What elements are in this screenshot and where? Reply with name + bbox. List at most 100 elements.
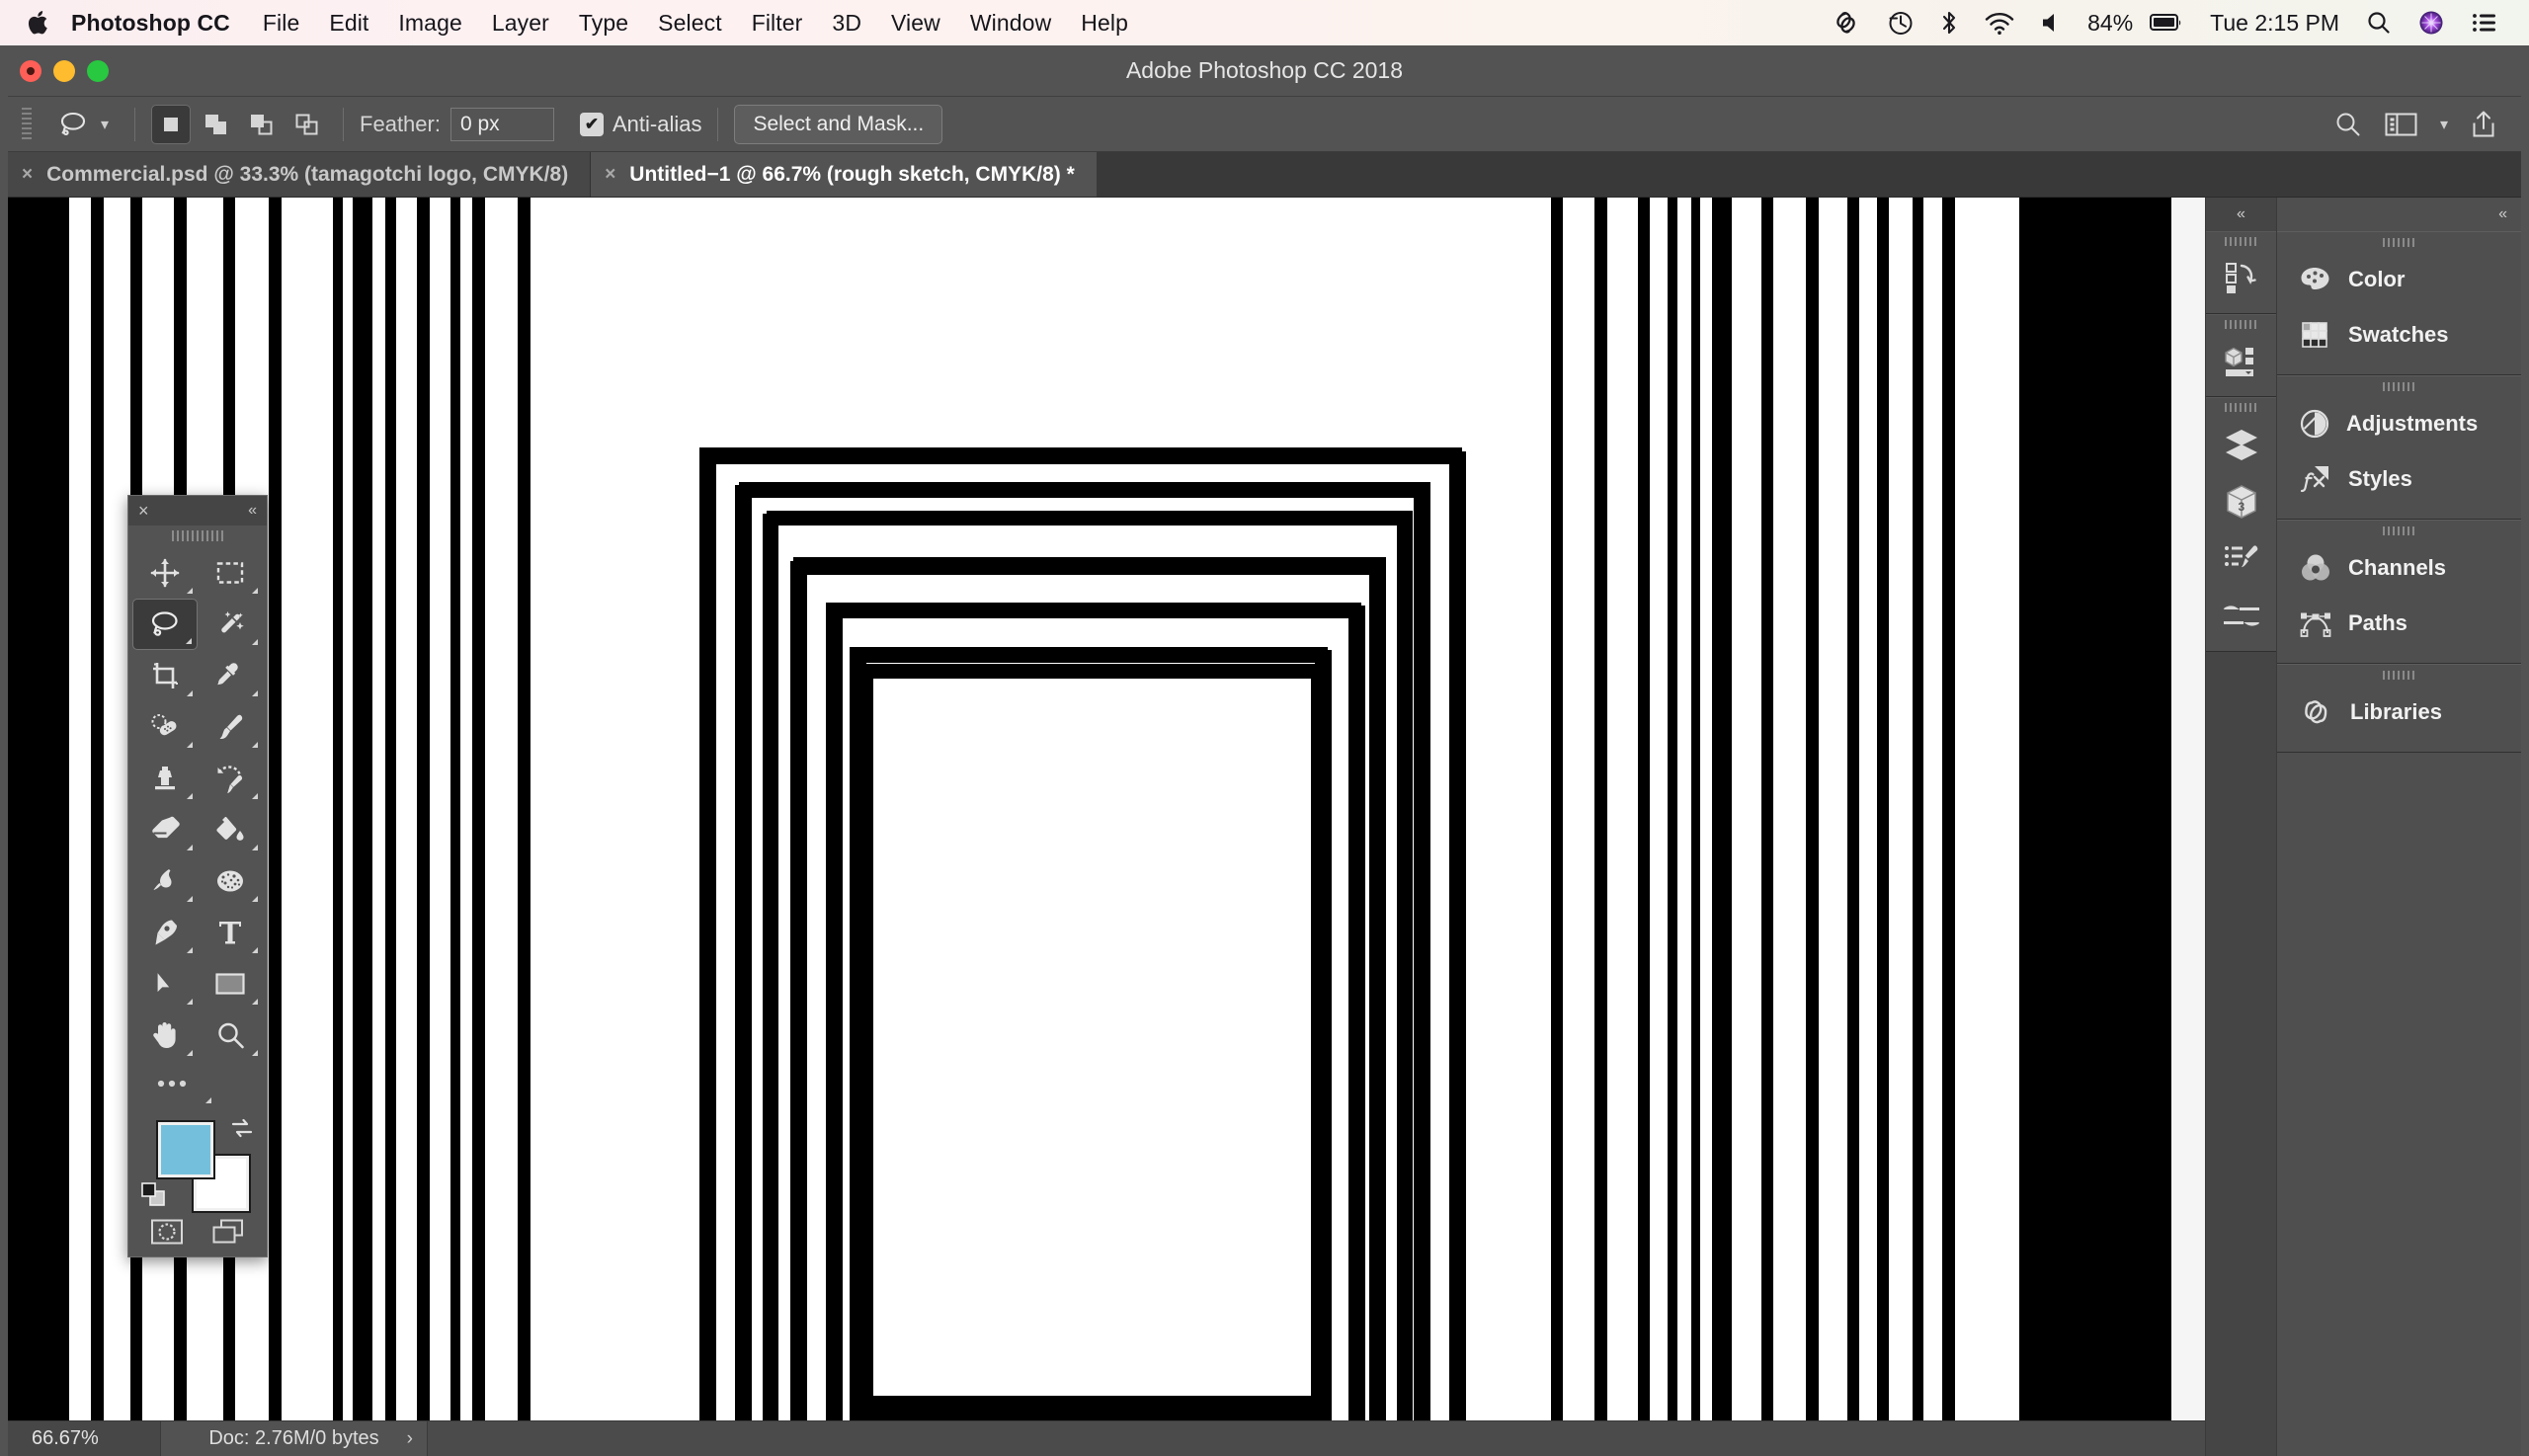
close-icon[interactable]: × bbox=[138, 501, 149, 522]
brush-tool[interactable] bbox=[198, 701, 263, 753]
options-bar-grip[interactable] bbox=[22, 108, 32, 141]
feather-input[interactable] bbox=[450, 108, 554, 141]
tool-expand-corner[interactable] bbox=[252, 690, 258, 696]
document-tab-commercial[interactable]: × Commercial.psd @ 33.3% (tamagotchi log… bbox=[8, 152, 590, 197]
panel-item-channels[interactable]: Channels bbox=[2277, 540, 2521, 596]
panel-item-color[interactable]: Color bbox=[2277, 252, 2521, 307]
document-info-label[interactable]: Doc: 2.76M/0 bytes › bbox=[161, 1421, 428, 1456]
document-artboard[interactable] bbox=[8, 198, 2171, 1456]
tool-expand-corner[interactable] bbox=[187, 999, 193, 1005]
collapse-icon[interactable]: « bbox=[248, 502, 257, 520]
search-icon[interactable] bbox=[2333, 110, 2363, 139]
active-tool-chip[interactable]: ▾ bbox=[45, 107, 119, 142]
history-panel-icon[interactable] bbox=[2206, 250, 2276, 307]
bluetooth-icon[interactable] bbox=[1927, 0, 1971, 45]
path-selection-tool[interactable] bbox=[132, 958, 198, 1010]
panel-item-swatches[interactable]: Swatches bbox=[2277, 307, 2521, 363]
pen-tool[interactable] bbox=[132, 907, 198, 958]
panel-grip[interactable] bbox=[2277, 665, 2521, 685]
collapse-icon[interactable]: « bbox=[2498, 205, 2507, 223]
quick-mask-mode-icon[interactable] bbox=[150, 1218, 184, 1246]
tool-expand-corner[interactable] bbox=[187, 896, 193, 902]
menu-item-filter[interactable]: Filter bbox=[737, 0, 818, 45]
menu-item-file[interactable]: File bbox=[248, 0, 314, 45]
menu-item-edit[interactable]: Edit bbox=[314, 0, 383, 45]
tool-expand-corner[interactable] bbox=[187, 793, 193, 799]
zoom-level-label[interactable]: 66.67% bbox=[8, 1421, 161, 1456]
panel-grip[interactable] bbox=[2277, 376, 2521, 396]
eyedropper-tool[interactable] bbox=[198, 650, 263, 701]
collapse-icon[interactable]: « bbox=[2237, 205, 2245, 223]
menu-app-name[interactable]: Photoshop CC bbox=[57, 0, 248, 45]
siri-icon[interactable] bbox=[2405, 0, 2458, 45]
tool-expand-corner[interactable] bbox=[252, 845, 258, 850]
workspace-switcher-icon[interactable] bbox=[2385, 112, 2418, 137]
history-brush-tool[interactable] bbox=[198, 753, 263, 804]
spotlight-search-icon[interactable] bbox=[2353, 0, 2405, 45]
tool-expand-corner[interactable] bbox=[187, 947, 193, 953]
layers-panel-icon[interactable] bbox=[2206, 416, 2276, 473]
chevron-right-icon[interactable]: › bbox=[407, 1428, 413, 1450]
anti-alias-checkbox-group[interactable]: ✔ Anti-alias bbox=[580, 112, 701, 137]
tool-expand-corner[interactable] bbox=[187, 1050, 193, 1056]
tools-panel-grip[interactable] bbox=[128, 526, 267, 545]
panel-item-styles[interactable]: Styles bbox=[2277, 451, 2521, 507]
panel-item-libraries[interactable]: Libraries bbox=[2277, 685, 2521, 740]
type-tool[interactable] bbox=[198, 907, 263, 958]
tool-expand-corner[interactable] bbox=[252, 742, 258, 748]
tool-expand-corner[interactable] bbox=[252, 896, 258, 902]
panel-item-adjustments[interactable]: Adjustments bbox=[2277, 396, 2521, 451]
wifi-icon[interactable] bbox=[1971, 0, 2028, 45]
tool-expand-corner[interactable] bbox=[252, 639, 258, 645]
menu-item-window[interactable]: Window bbox=[955, 0, 1066, 45]
creative-cloud-icon[interactable] bbox=[1819, 0, 1874, 45]
minimize-window-button[interactable] bbox=[53, 60, 75, 82]
tool-expand-corner[interactable] bbox=[187, 690, 193, 696]
select-and-mask-button[interactable]: Select and Mask... bbox=[734, 105, 942, 144]
paint-bucket-tool[interactable] bbox=[198, 804, 263, 855]
foreground-color-swatch[interactable] bbox=[158, 1122, 213, 1177]
blur-tool[interactable] bbox=[132, 855, 198, 907]
menu-item-image[interactable]: Image bbox=[383, 0, 476, 45]
tool-expand-corner[interactable] bbox=[252, 947, 258, 953]
tool-expand-corner[interactable] bbox=[252, 793, 258, 799]
menubar-clock[interactable]: Tue 2:15 PM bbox=[2196, 10, 2353, 37]
tool-expand-corner[interactable] bbox=[205, 1097, 211, 1103]
panel-grip[interactable] bbox=[2206, 315, 2276, 333]
edit-toolbar-tool[interactable] bbox=[132, 1061, 263, 1106]
menu-item-select[interactable]: Select bbox=[643, 0, 737, 45]
clone-stamp-tool[interactable] bbox=[132, 753, 198, 804]
tool-expand-corner[interactable] bbox=[252, 1050, 258, 1056]
share-icon[interactable] bbox=[2470, 110, 2497, 139]
intersect-selection-button[interactable] bbox=[287, 105, 327, 144]
tool-expand-corner[interactable] bbox=[187, 742, 193, 748]
time-machine-icon[interactable] bbox=[1874, 0, 1927, 45]
lasso-tool[interactable] bbox=[132, 599, 198, 650]
subtract-from-selection-button[interactable] bbox=[242, 105, 282, 144]
strip-collapse-header[interactable]: « bbox=[2206, 198, 2276, 231]
tool-expand-corner[interactable] bbox=[252, 999, 258, 1005]
zoom-tool[interactable] bbox=[198, 1010, 263, 1061]
volume-icon[interactable] bbox=[2028, 0, 2076, 45]
spot-healing-brush-tool[interactable] bbox=[132, 701, 198, 753]
tool-expand-corner[interactable] bbox=[187, 588, 193, 594]
close-icon[interactable]: × bbox=[22, 164, 33, 186]
screen-mode-icon[interactable] bbox=[211, 1218, 245, 1246]
move-tool[interactable] bbox=[132, 547, 198, 599]
panel-item-paths[interactable]: Paths bbox=[2277, 596, 2521, 651]
menu-item-3d[interactable]: 3D bbox=[817, 0, 876, 45]
add-to-selection-button[interactable] bbox=[197, 105, 236, 144]
properties-3d-panel-icon[interactable] bbox=[2206, 333, 2276, 390]
close-window-button[interactable] bbox=[20, 60, 41, 82]
document-tab-untitled-1[interactable]: × Untitled−1 @ 66.7% (rough sketch, CMYK… bbox=[590, 152, 1097, 197]
anti-alias-checkbox[interactable]: ✔ bbox=[580, 113, 604, 136]
menu-item-layer[interactable]: Layer bbox=[477, 0, 564, 45]
panel-grip[interactable] bbox=[2206, 232, 2276, 250]
sponge-tool[interactable] bbox=[198, 855, 263, 907]
rectangular-marquee-tool[interactable] bbox=[198, 547, 263, 599]
3d-panel-icon[interactable]: 3 bbox=[2206, 473, 2276, 530]
menu-item-help[interactable]: Help bbox=[1066, 0, 1143, 45]
rectangle-shape-tool[interactable] bbox=[198, 958, 263, 1010]
menu-item-view[interactable]: View bbox=[876, 0, 955, 45]
eraser-tool[interactable] bbox=[132, 804, 198, 855]
